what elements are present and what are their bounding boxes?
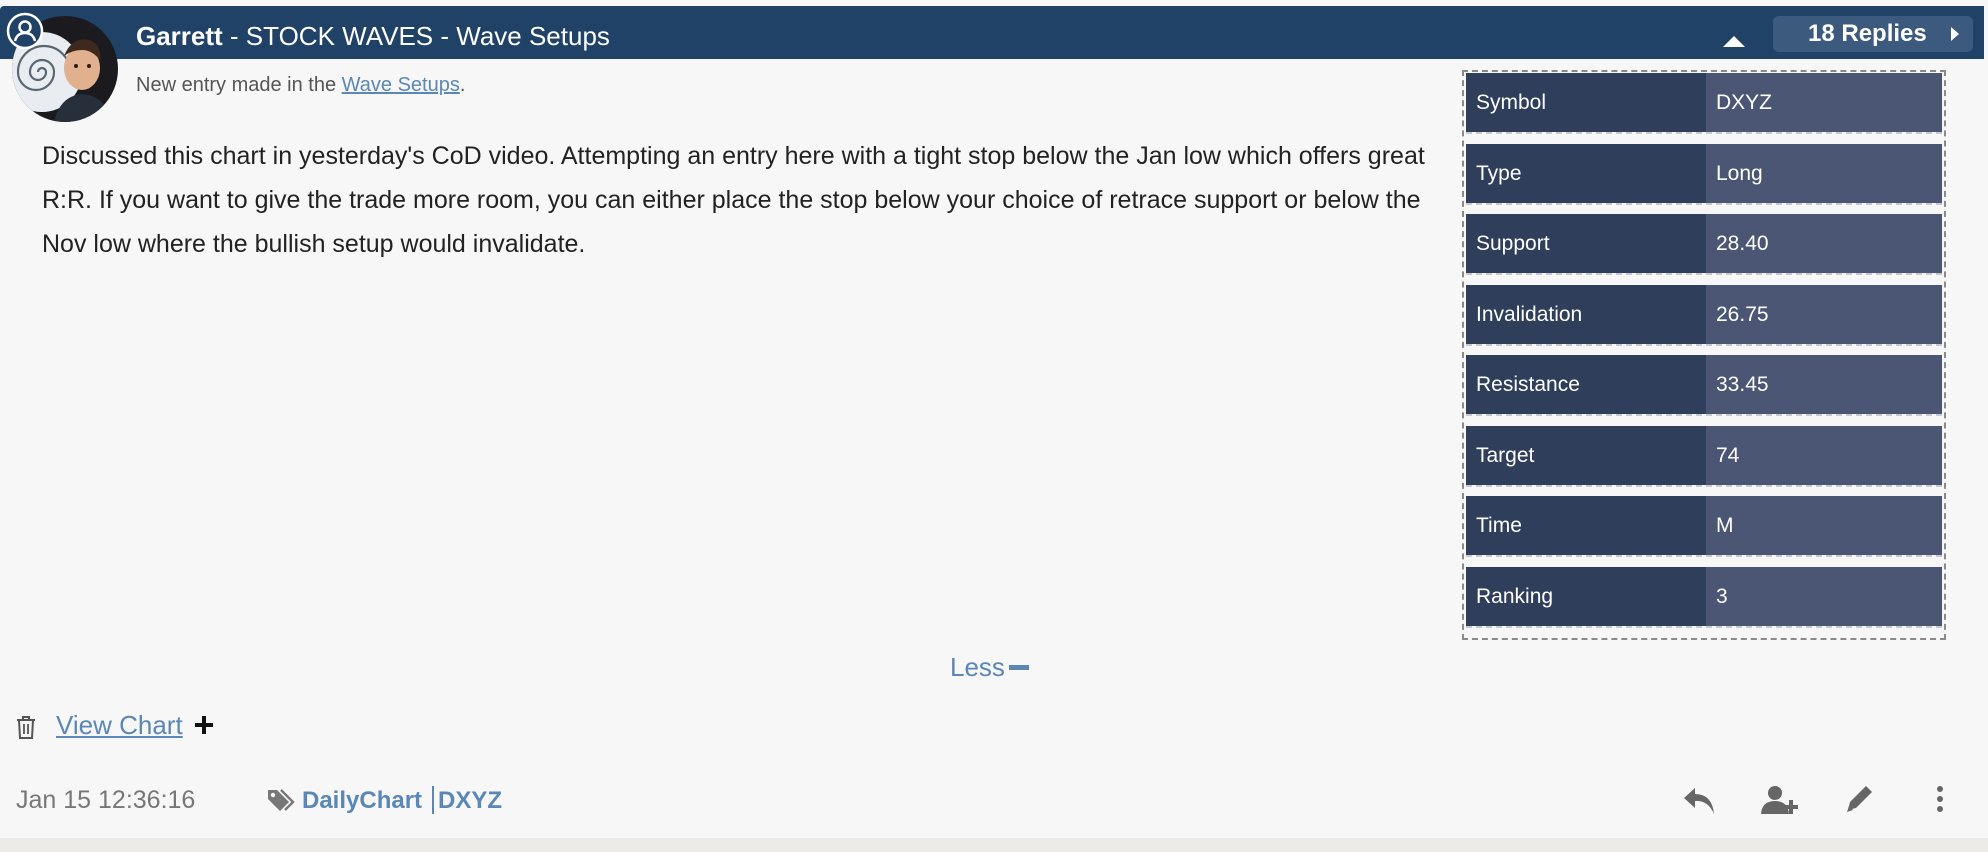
less-toggle[interactable]: Less [950, 652, 1029, 683]
entry-note-suffix: . [459, 74, 466, 96]
setup-label: Symbol [1466, 73, 1706, 132]
setup-value: 3 [1706, 567, 1942, 626]
setup-value: DXYZ [1706, 73, 1942, 132]
entry-note: New entry made in the Wave Setups. [136, 74, 465, 97]
setup-value: 28.40 [1706, 214, 1942, 273]
setup-row-resistance: Resistance 33.45 [1466, 355, 1942, 416]
post-body: Discussed this chart in yesterday's CoD … [42, 142, 1425, 258]
setup-row-type: Type Long [1466, 144, 1942, 205]
post-header: Garrett - STOCK WAVES - Wave Setups 18 R… [0, 6, 1984, 59]
setup-value: 74 [1706, 426, 1942, 485]
setup-label: Support [1466, 214, 1706, 273]
caret-right-icon [1951, 27, 1959, 41]
caret-up-icon[interactable] [1723, 36, 1745, 47]
pencil-icon[interactable] [1840, 782, 1880, 818]
post-timestamp: Jan 15 12:36:16 [16, 786, 196, 814]
setup-label: Type [1466, 144, 1706, 203]
replies-button[interactable]: 18 Replies [1773, 16, 1973, 52]
less-label: Less [950, 652, 1005, 682]
setup-table: Symbol DXYZ Type Long Support 28.40 Inva… [1462, 70, 1946, 640]
setup-value: Long [1706, 144, 1942, 203]
setup-label: Ranking [1466, 567, 1706, 626]
trash-icon[interactable] [14, 714, 38, 740]
view-chart-link[interactable]: View Chart [56, 710, 183, 741]
setup-label: Target [1466, 426, 1706, 485]
setup-value: M [1706, 496, 1942, 555]
more-vertical-icon[interactable] [1920, 782, 1960, 818]
plus-icon[interactable] [192, 712, 216, 738]
add-user-icon[interactable] [1760, 782, 1800, 818]
setup-label: Time [1466, 496, 1706, 555]
setup-row-support: Support 28.40 [1466, 214, 1942, 275]
setup-label: Invalidation [1466, 285, 1706, 344]
minus-icon [1008, 664, 1029, 670]
post-title-text: - STOCK WAVES - Wave Setups [222, 21, 610, 51]
setup-row-symbol: Symbol DXYZ [1466, 73, 1942, 134]
tag-dailychart[interactable]: DailyChart [302, 787, 422, 814]
tag-separator [432, 785, 435, 814]
entry-note-prefix: New entry made in the [136, 74, 342, 96]
setup-row-time: Time M [1466, 496, 1942, 557]
post-title: Garrett - STOCK WAVES - Wave Setups [136, 6, 610, 59]
user-circle-icon [6, 12, 44, 50]
replies-label: 18 Replies [1808, 20, 1927, 47]
post-card: Garrett - STOCK WAVES - Wave Setups 18 R… [0, 0, 1988, 838]
setup-value: 26.75 [1706, 285, 1942, 344]
setup-row-invalidation: Invalidation 26.75 [1466, 285, 1942, 346]
tag-icon [266, 786, 298, 814]
setup-row-target: Target 74 [1466, 426, 1942, 487]
wave-setups-link[interactable]: Wave Setups [342, 74, 460, 96]
author-name[interactable]: Garrett [136, 21, 223, 51]
setup-label: Resistance [1466, 355, 1706, 414]
tag-dxyz[interactable]: DXYZ [438, 787, 502, 814]
reply-icon[interactable] [1680, 782, 1720, 818]
tag-list: DailyChart DXYZ [302, 785, 502, 815]
setup-row-ranking: Ranking 3 [1466, 567, 1942, 628]
setup-value: 33.45 [1706, 355, 1942, 414]
